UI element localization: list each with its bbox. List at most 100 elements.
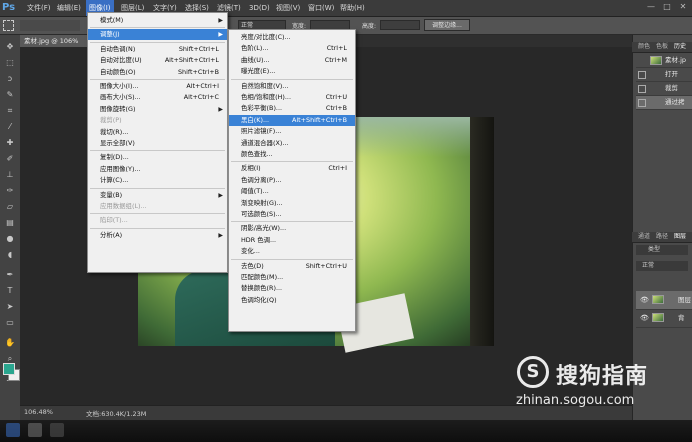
adjust-menu-item[interactable]: 反相(I) Ctrl+I	[229, 163, 355, 174]
image-menu-item[interactable]: 自动颜色(O) Shift+Ctrl+B	[88, 67, 227, 78]
tab-layers[interactable]: 图层	[672, 232, 688, 242]
tab-paths[interactable]: 路径	[654, 232, 670, 242]
tab-channels[interactable]: 通道	[636, 232, 652, 242]
adjust-menu-item[interactable]: 曲线(U)... Ctrl+M	[229, 55, 355, 66]
marquee-preset-icon[interactable]	[3, 20, 14, 31]
adjust-menu-item[interactable]: 颜色查找...	[229, 149, 355, 160]
image-menu-item[interactable]: 应用图像(Y)...	[88, 164, 227, 175]
menu-view[interactable]: 视图(V)	[273, 0, 303, 16]
layer-row[interactable]: 👁 图层	[636, 291, 692, 310]
eraser-tool-icon[interactable]: ▱	[3, 201, 17, 213]
history-step-copy[interactable]: 通过拷	[636, 96, 692, 110]
adjust-menu-item[interactable]: 通道混合器(X)...	[229, 138, 355, 149]
blend-mode-select[interactable]: 正常	[636, 261, 688, 271]
image-menu-item[interactable]: 图像大小(I)... Alt+Ctrl+I	[88, 81, 227, 92]
menu-item-shortcut: Shift+Ctrl+B	[178, 67, 219, 76]
menu-item-shortcut: Ctrl+B	[325, 104, 347, 113]
color-panel-tabs: 颜色 色板 历史	[632, 42, 692, 53]
lasso-tool-icon[interactable]: ↄ	[3, 73, 17, 85]
height-field[interactable]	[380, 20, 420, 30]
adjust-menu-item[interactable]: 色调分离(P)...	[229, 175, 355, 186]
foreground-color-swatch[interactable]	[3, 363, 15, 375]
taskbar-app-icon[interactable]	[50, 423, 64, 437]
image-menu-item[interactable]: 裁切(R)...	[88, 127, 227, 138]
pen-tool-icon[interactable]: ✒	[3, 269, 17, 281]
image-menu-item[interactable]: 分析(A) ▶	[88, 230, 227, 241]
menu-item-label: 复制(D)...	[100, 153, 129, 162]
adjust-menu-item[interactable]: 照片滤镜(F)...	[229, 126, 355, 137]
refine-edge-button[interactable]: 调整边缘...	[424, 19, 470, 31]
type-tool-icon[interactable]: T	[3, 285, 17, 297]
move-tool-icon[interactable]: ✥	[3, 41, 17, 53]
image-menu-item[interactable]: 自动色调(N) Shift+Ctrl+L	[88, 44, 227, 55]
menu-item-label: 图像旋转(G)	[100, 104, 136, 113]
gradient-tool-icon[interactable]: ▤	[3, 217, 17, 229]
image-menu-item[interactable]: 图像旋转(G) ▶	[88, 104, 227, 115]
menu-window[interactable]: 窗口(W)	[305, 0, 337, 16]
dodge-tool-icon[interactable]: ◖	[3, 249, 17, 261]
eyedropper-tool-icon[interactable]: ⁄	[3, 121, 17, 133]
history-brush-tool-icon[interactable]: ✑	[3, 185, 17, 197]
adjust-menu-item[interactable]: 色调均化(Q)	[229, 295, 355, 306]
image-menu-item[interactable]: 调整(J) ▶	[88, 29, 227, 41]
marquee-tool-icon[interactable]: ⬚	[3, 57, 17, 69]
eye-icon[interactable]: 👁	[640, 291, 649, 309]
history-step-open[interactable]: 打开	[636, 68, 692, 82]
healing-brush-tool-icon[interactable]: ✚	[3, 137, 17, 149]
adjust-menu-item[interactable]: HDR 色调...	[229, 235, 355, 246]
brush-tool-icon[interactable]: ✐	[3, 153, 17, 165]
adjust-menu-item[interactable]: 色彩平衡(B)... Ctrl+B	[229, 103, 355, 114]
taskbar-app-icon[interactable]	[6, 423, 20, 437]
adjust-menu-item[interactable]: 去色(D) Shift+Ctrl+U	[229, 261, 355, 272]
menu-file[interactable]: 文件(F)	[24, 0, 54, 16]
tab-swatches[interactable]: 色板	[654, 42, 670, 52]
history-label: 通过拷	[665, 98, 685, 106]
adjust-menu-item[interactable]: 替换颜色(R)...	[229, 283, 355, 294]
adjust-menu-item[interactable]: 可选颜色(S)...	[229, 209, 355, 220]
adjust-menu-item[interactable]: 匹配颜色(M)...	[229, 272, 355, 283]
adjust-menu-item[interactable]: 色阶(L)... Ctrl+L	[229, 43, 355, 54]
maximize-button[interactable]: □	[662, 2, 672, 12]
image-menu-item[interactable]: 自动对比度(U) Alt+Shift+Ctrl+L	[88, 55, 227, 66]
clone-stamp-tool-icon[interactable]: ⊥	[3, 169, 17, 181]
image-menu-item[interactable]: 模式(M) ▶	[88, 15, 227, 26]
menu-help[interactable]: 帮助(H)	[337, 0, 368, 16]
zoom-level[interactable]: 106.48%	[24, 408, 53, 416]
image-menu-item[interactable]: 计算(C)...	[88, 175, 227, 186]
blur-tool-icon[interactable]: ●	[3, 233, 17, 245]
minimize-button[interactable]: —	[646, 2, 656, 12]
taskbar-app-icon[interactable]	[28, 423, 42, 437]
adjust-menu-item[interactable]: 曝光度(E)...	[229, 66, 355, 77]
path-select-tool-icon[interactable]: ➤	[3, 301, 17, 313]
menu-separator	[90, 79, 225, 80]
selection-mode-icons[interactable]	[20, 20, 80, 31]
layer-kind-filter[interactable]: 类型	[636, 245, 688, 255]
quick-select-tool-icon[interactable]: ✎	[3, 89, 17, 101]
adjust-menu-item[interactable]: 变化...	[229, 246, 355, 257]
image-menu-item[interactable]: 变量(B) ▶	[88, 190, 227, 201]
close-button[interactable]: ✕	[678, 2, 688, 12]
image-menu-item[interactable]: 画布大小(S)... Alt+Ctrl+C	[88, 92, 227, 103]
adjust-menu-item[interactable]: 阴影/高光(W)...	[229, 223, 355, 234]
adjust-menu-item[interactable]: 阈值(T)...	[229, 186, 355, 197]
adjust-menu-item[interactable]: 自然饱和度(V)...	[229, 81, 355, 92]
menu-item-label: 渐变映射(G)...	[241, 198, 283, 207]
image-menu-item[interactable]: 显示全部(V)	[88, 138, 227, 149]
adjust-menu-item[interactable]: 黑白(K)... Alt+Shift+Ctrl+B	[229, 114, 355, 126]
shape-tool-icon[interactable]: ▭	[3, 317, 17, 329]
eye-icon[interactable]: 👁	[640, 309, 649, 327]
image-tree-trunk	[470, 117, 494, 346]
image-menu-item[interactable]: 复制(D)...	[88, 152, 227, 163]
menu-edit[interactable]: 编辑(E)	[54, 0, 84, 16]
history-step-crop[interactable]: 裁剪	[636, 82, 692, 96]
hand-tool-icon[interactable]: ✋	[3, 337, 17, 349]
menu-3d[interactable]: 3D(D)	[246, 0, 273, 16]
tab-color[interactable]: 颜色	[636, 42, 652, 52]
history-snapshot[interactable]: 素材.jp	[636, 54, 692, 68]
adjust-menu-item[interactable]: 亮度/对比度(C)...	[229, 32, 355, 43]
crop-tool-icon[interactable]: ⌗	[3, 105, 17, 117]
layer-row[interactable]: 👁 背	[636, 309, 692, 328]
tab-history[interactable]: 历史	[672, 42, 688, 52]
adjust-menu-item[interactable]: 渐变映射(G)...	[229, 198, 355, 209]
adjust-menu-item[interactable]: 色相/饱和度(H)... Ctrl+U	[229, 92, 355, 103]
